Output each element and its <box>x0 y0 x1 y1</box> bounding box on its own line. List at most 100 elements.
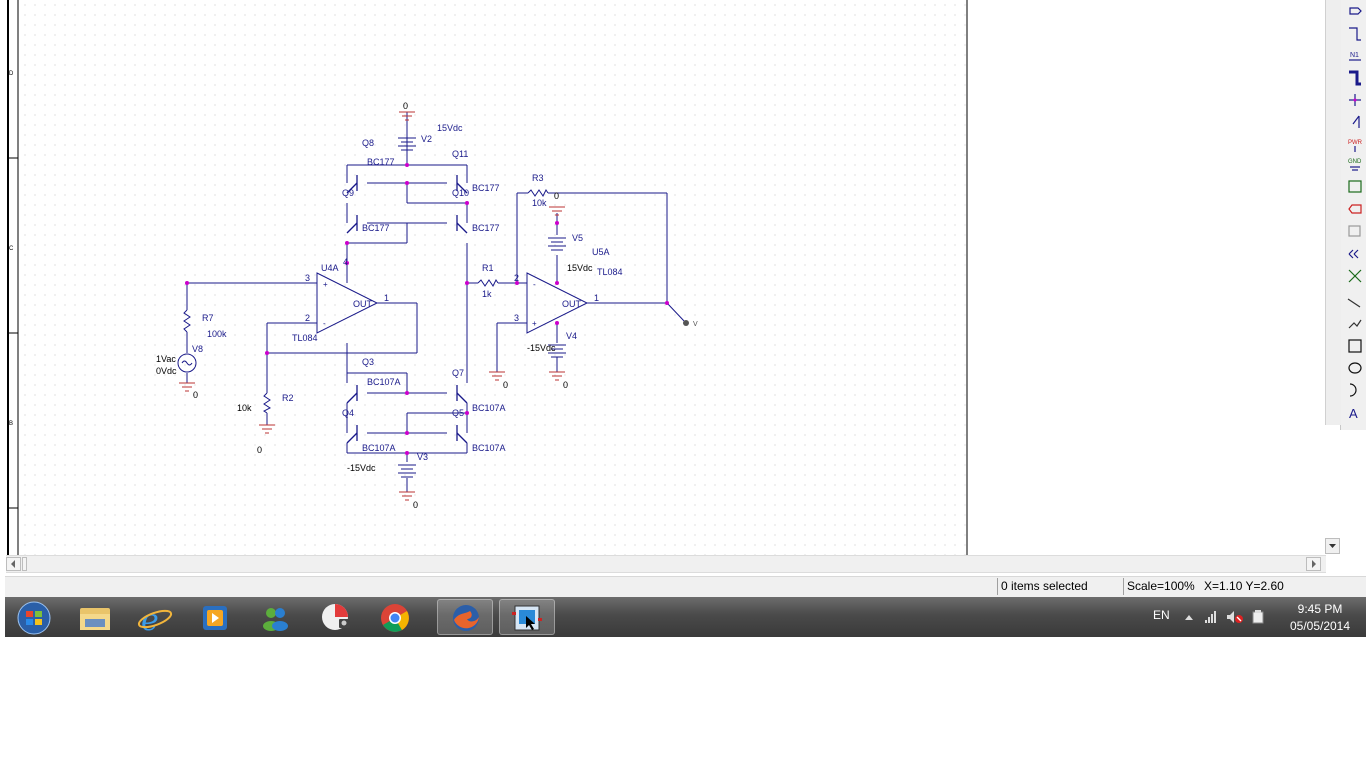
chevron-down-icon <box>1329 544 1336 548</box>
label: BC107A <box>472 443 506 453</box>
label: 0 <box>554 191 559 201</box>
messenger-icon <box>263 608 288 631</box>
schematic-canvas[interactable]: DCB + - - + 0 Q8 V2 15Vdc Q11 BC177 Q9 Q… <box>0 0 1366 555</box>
label: Q10 <box>452 188 469 198</box>
volume-muted-icon[interactable] <box>1227 611 1243 623</box>
label: TL084 <box>597 267 623 277</box>
messenger-button[interactable] <box>247 599 303 635</box>
ie-icon: e <box>137 603 173 638</box>
no-connect-icon[interactable] <box>1348 269 1362 283</box>
label: V5 <box>572 233 583 243</box>
label: 10k <box>532 198 547 208</box>
power-icon[interactable]: PWR <box>1348 140 1363 152</box>
label: 4 <box>343 257 348 267</box>
windows-logo-icon <box>17 601 51 635</box>
label: R3 <box>532 173 544 183</box>
label: V8 <box>192 344 203 354</box>
label: 0 <box>257 445 262 455</box>
firefox-button[interactable] <box>437 599 493 635</box>
label: V <box>693 321 698 328</box>
clock-time[interactable]: 9:45 PM <box>1281 602 1359 616</box>
media-center-button[interactable] <box>307 599 363 635</box>
svg-text:-: - <box>323 319 326 328</box>
scroll-right-button[interactable] <box>1306 557 1321 571</box>
orcad-capture-icon <box>512 605 542 631</box>
label: BC177 <box>472 183 500 193</box>
network-icon[interactable] <box>1205 611 1216 623</box>
internet-explorer-button[interactable]: e <box>127 599 183 638</box>
scroll-down-button[interactable] <box>1325 538 1340 554</box>
firefox-icon <box>453 605 479 631</box>
label: 0 <box>563 380 568 390</box>
label: Q3 <box>362 357 374 367</box>
place-toolbar: N1 PWR GND A <box>1340 0 1366 430</box>
label: 0 <box>193 390 198 400</box>
label: 0 <box>403 101 408 111</box>
svg-text:+: + <box>532 319 537 328</box>
chevron-right-icon <box>1312 560 1316 568</box>
polyline-tool-icon[interactable] <box>1348 319 1362 329</box>
bus-entry-icon[interactable] <box>1352 115 1360 128</box>
horizontal-scrollbar[interactable] <box>6 555 1326 573</box>
label: 0 <box>413 500 418 510</box>
label: 2 <box>514 273 519 283</box>
port-icon[interactable] <box>1348 204 1362 214</box>
label: U5A <box>592 247 610 257</box>
action-center-icon[interactable] <box>1252 610 1264 624</box>
pin-icon[interactable] <box>1348 225 1361 237</box>
hierarchical-block-icon[interactable] <box>1348 180 1362 193</box>
schematic-svg[interactable]: DCB + - - + 0 Q8 V2 15Vdc Q11 BC177 Q9 Q… <box>0 0 1340 555</box>
file-explorer-button[interactable] <box>67 599 123 635</box>
label: 1k <box>482 289 492 299</box>
net-alias-icon[interactable]: N1 <box>1349 52 1361 61</box>
line-tool-icon[interactable] <box>1347 298 1361 308</box>
label: V2 <box>421 134 432 144</box>
label: BC177 <box>472 223 500 233</box>
label: Q5 <box>452 408 464 418</box>
voltage-probe-marker[interactable] <box>683 320 689 326</box>
junction-tool-icon[interactable] <box>1349 94 1361 106</box>
label: Q7 <box>452 368 464 378</box>
language-indicator[interactable]: EN <box>1153 608 1170 622</box>
chrome-icon <box>381 604 409 632</box>
arc-tool-icon[interactable] <box>1349 383 1357 397</box>
label: 100k <box>207 329 227 339</box>
chevron-left-icon <box>11 560 15 568</box>
chrome-button[interactable] <box>367 599 423 635</box>
zone-letters: D C B <box>9 71 14 427</box>
selection-status: 0 items selected <box>997 578 1123 595</box>
label: 0Vdc <box>156 366 177 376</box>
scroll-thumb[interactable] <box>22 557 27 571</box>
vertical-scrollbar-track[interactable] <box>1325 0 1341 425</box>
wire-tool-icon[interactable] <box>1349 27 1361 41</box>
folder-icon <box>80 608 110 630</box>
clock-date[interactable]: 05/05/2014 <box>1281 619 1359 633</box>
label: 10k <box>237 403 252 413</box>
orcad-capture-button[interactable] <box>499 599 555 635</box>
select-tool-icon[interactable] <box>1349 7 1362 15</box>
page-grid <box>18 0 967 555</box>
zone-marks <box>8 157 18 509</box>
ellipse-tool-icon[interactable] <box>1348 362 1362 374</box>
label: 3 <box>514 313 519 323</box>
show-hidden-icons-icon[interactable] <box>1185 615 1193 620</box>
ground-icon[interactable]: GND <box>1348 159 1362 171</box>
start-button[interactable] <box>7 599 61 635</box>
off-page-connector-icon[interactable] <box>1348 249 1359 259</box>
text-tool-icon[interactable]: A <box>1349 406 1358 421</box>
label: V4 <box>566 331 577 341</box>
media-player-button[interactable] <box>187 599 243 635</box>
label: BC107A <box>472 403 506 413</box>
taskbar: e EN 9:45 PM 05/05/2014 <box>5 597 1366 638</box>
status-bar: 0 items selected Scale=100% X=1.10 Y=2.6… <box>5 576 1366 597</box>
rectangle-tool-icon[interactable] <box>1348 339 1362 353</box>
bus-tool-icon[interactable] <box>1349 70 1361 86</box>
media-player-icon <box>203 606 227 630</box>
label: R1 <box>482 263 494 273</box>
scale-status: Scale=100% <box>1123 578 1201 595</box>
label: Q8 <box>362 138 374 148</box>
label: TL084 <box>292 333 318 343</box>
svg-text:+: + <box>323 280 328 289</box>
label: U4A <box>321 263 339 273</box>
scroll-left-button[interactable] <box>6 557 21 571</box>
